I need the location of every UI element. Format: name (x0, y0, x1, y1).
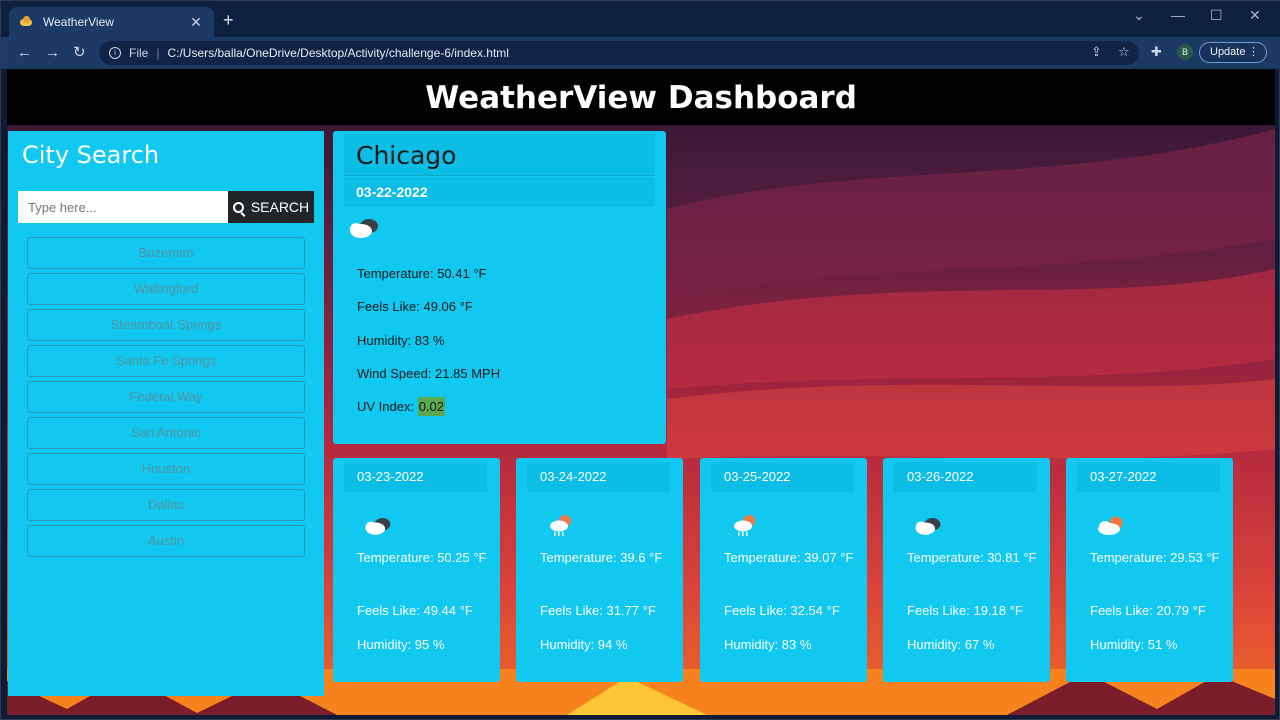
forecast-card: 03-23-2022 Temperature: 50.25 °F Feels L… (333, 458, 500, 682)
url-text: C:/Users/balla/OneDrive/Desktop/Activity… (167, 46, 509, 60)
cloudy-icon (350, 219, 378, 238)
current-city-name: Chicago (344, 134, 655, 176)
bookmark-star-icon[interactable]: ☆ (1118, 45, 1130, 59)
cloudy-icon (365, 518, 391, 535)
forecast-card: 03-25-2022 Temperature: 39.07 °F Feels L… (700, 458, 867, 682)
update-button[interactable]: Update ⋮ (1199, 42, 1267, 63)
forward-icon[interactable]: → (45, 45, 60, 60)
history-city-button[interactable]: Wallingford (27, 273, 305, 305)
new-tab-icon[interactable]: + (223, 11, 234, 29)
page-header: WeatherView Dashboard (7, 69, 1275, 125)
forecast-feels-like: Feels Like: 20.79 °F (1090, 603, 1206, 618)
forecast-temperature: Temperature: 30.81 °F (907, 550, 1037, 565)
history-city-button[interactable]: Bozeman (27, 237, 305, 269)
search-history-list: Bozeman Wallingford Steamboat Springs Sa… (27, 237, 305, 561)
reload-icon[interactable]: ↻ (73, 45, 86, 60)
back-icon[interactable]: ← (17, 45, 32, 60)
url-protocol: File (129, 46, 149, 60)
close-window-icon[interactable]: ✕ (1249, 7, 1261, 24)
forecast-card: 03-26-2022 Temperature: 30.81 °F Feels L… (883, 458, 1050, 682)
url-separator: | (156, 46, 160, 60)
close-tab-icon[interactable]: ✕ (188, 14, 204, 31)
history-city-button[interactable]: San Antonio (27, 417, 305, 449)
city-search-title: City Search (22, 141, 160, 169)
update-label: Update (1210, 46, 1246, 58)
minimize-icon[interactable]: — (1171, 7, 1185, 23)
history-city-button[interactable]: Dallas (27, 489, 305, 521)
forecast-feels-like: Feels Like: 19.18 °F (907, 603, 1023, 618)
forecast-temperature: Temperature: 29.53 °F (1090, 550, 1220, 565)
city-search-panel: City Search SEARCH Bozeman Wallingford S… (8, 131, 324, 696)
city-search-input[interactable] (18, 191, 230, 223)
uv-value-badge: 0.02 (417, 397, 446, 416)
browser-toolbar: ← → ↻ i File | C:/Users/balla/OneDrive/D… (1, 37, 1280, 69)
current-date: 03-22-2022 (344, 177, 655, 207)
forecast-date: 03-24-2022 (527, 462, 670, 492)
forecast-card: 03-27-2022 Temperature: 29.53 °F Feels L… (1066, 458, 1233, 682)
sun-cloud-icon (1098, 516, 1123, 535)
share-icon[interactable]: ⇪ (1091, 45, 1102, 59)
forecast-feels-like: Feels Like: 32.54 °F (724, 603, 840, 618)
title-bar: WeatherView ✕ + ⌄ — ☐ ✕ (1, 1, 1280, 37)
maximize-icon[interactable]: ☐ (1210, 7, 1223, 24)
forecast-card: 03-24-2022 Temperature: 39.6 °F Feels Li… (516, 458, 683, 682)
uv-label: UV Index: (357, 399, 418, 414)
current-temperature: Temperature: 50.41 °F (357, 266, 487, 281)
forecast-humidity: Humidity: 83 % (724, 637, 812, 652)
current-wind-speed: Wind Speed: 21.85 MPH (357, 366, 501, 381)
menu-dots-icon[interactable]: ⋮ (1248, 43, 1259, 62)
forecast-date: 03-27-2022 (1077, 462, 1220, 492)
tab-search-icon[interactable]: ⌄ (1133, 7, 1145, 24)
forecast-date: 03-25-2022 (711, 462, 854, 492)
profile-avatar[interactable]: B (1177, 44, 1193, 60)
search-button-label: SEARCH (250, 199, 310, 215)
forecast-humidity: Humidity: 51 % (1090, 637, 1178, 652)
address-bar[interactable]: i File | C:/Users/balla/OneDrive/Desktop… (99, 41, 1139, 65)
forecast-feels-like: Feels Like: 49.44 °F (357, 603, 473, 618)
forecast-feels-like: Feels Like: 31.77 °F (540, 603, 656, 618)
forecast-date: 03-26-2022 (894, 462, 1037, 492)
current-weather-card: Chicago 03-22-2022 Temperature: 50.41 °F… (333, 131, 666, 444)
forecast-humidity: Humidity: 94 % (540, 637, 628, 652)
history-city-button[interactable]: Austin (27, 525, 305, 557)
current-uv-index: UV Index: 0.02 (357, 397, 446, 416)
forecast-humidity: Humidity: 95 % (357, 637, 445, 652)
forecast-humidity: Humidity: 67 % (907, 637, 995, 652)
info-icon[interactable]: i (109, 47, 121, 59)
sun-cloud-rain-icon (550, 515, 571, 536)
forecast-temperature: Temperature: 39.6 °F (540, 550, 663, 565)
history-city-button[interactable]: Federal Way (27, 381, 305, 413)
current-humidity: Humidity: 83 % (357, 333, 445, 348)
current-feels-like: Feels Like: 49.06 °F (357, 299, 473, 314)
extensions-icon[interactable]: ✚ (1151, 45, 1162, 59)
history-city-button[interactable]: Houston (27, 453, 305, 485)
forecast-date: 03-23-2022 (344, 462, 487, 492)
forecast-temperature: Temperature: 50.25 °F (357, 550, 487, 565)
forecast-temperature: Temperature: 39.07 °F (724, 550, 854, 565)
favicon-icon (19, 15, 33, 29)
browser-window: WeatherView ✕ + ⌄ — ☐ ✕ ← → ↻ i File | C… (0, 0, 1280, 720)
cloudy-icon (915, 518, 941, 535)
history-city-button[interactable]: Santa Fe Springs (27, 345, 305, 377)
browser-tab[interactable]: WeatherView ✕ (9, 7, 214, 37)
search-icon (232, 201, 244, 213)
tab-title: WeatherView (43, 15, 114, 29)
search-button[interactable]: SEARCH (228, 191, 314, 223)
history-city-button[interactable]: Steamboat Springs (27, 309, 305, 341)
web-page: WeatherView Dashboard City Search SEARCH… (7, 69, 1275, 715)
sun-cloud-rain-icon (734, 515, 755, 536)
